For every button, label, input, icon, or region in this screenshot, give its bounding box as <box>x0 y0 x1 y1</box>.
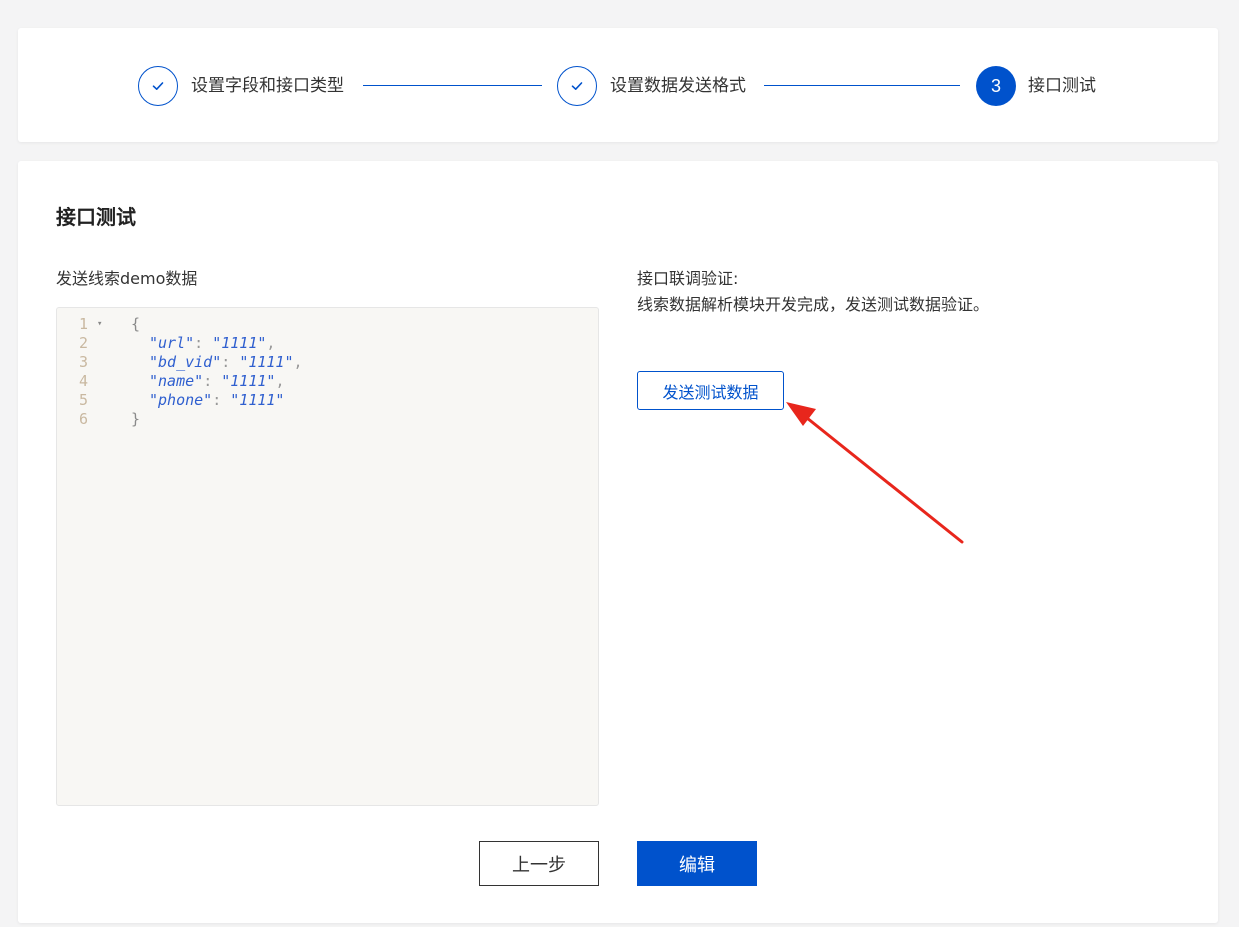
verify-description: 线索数据解析模块开发完成，发送测试数据验证。 <box>637 295 990 314</box>
code-text: "bd_vid": "1111", <box>149 353 303 371</box>
edit-button[interactable]: 编辑 <box>637 841 757 886</box>
step-1-check-icon <box>138 66 178 106</box>
fold-toggle-icon[interactable]: ▾ <box>97 315 102 334</box>
step-1-connector <box>363 85 542 86</box>
line-number: 5 <box>79 391 89 409</box>
line-number: 3 <box>79 353 89 371</box>
step-3-number: 3 <box>976 66 1016 106</box>
demo-data-label: 发送线索demo数据 <box>56 269 198 288</box>
step-2-connector <box>764 85 960 86</box>
steps-card: 设置字段和接口类型 设置数据发送格式 3 接口测试 <box>18 28 1218 142</box>
line-number: 6 <box>79 410 89 428</box>
step-1-label: 设置字段和接口类型 <box>191 76 344 96</box>
previous-step-button[interactable]: 上一步 <box>479 841 599 886</box>
line-number: 2 <box>79 334 89 352</box>
main-card: 接口测试 发送线索demo数据 1 ▾ {2 "url": "1111", 3 "bd_v… <box>18 161 1218 923</box>
code-text: "phone": "1111" <box>149 391 285 409</box>
send-test-data-button[interactable]: 发送测试数据 <box>637 371 784 410</box>
code-text: } <box>131 410 141 428</box>
step-2-check-icon <box>557 66 597 106</box>
step-3-label: 接口测试 <box>1028 76 1096 96</box>
verify-title: 接口联调验证: <box>637 269 739 288</box>
code-text: "name": "1111", <box>149 372 285 390</box>
code-editor[interactable]: 1 ▾ {2 "url": "1111", 3 "bd_vid": "1111", 4 "na… <box>56 307 599 806</box>
line-number: 4 <box>79 372 89 390</box>
code-text: "url": "1111", <box>149 334 276 352</box>
page-title: 接口测试 <box>56 205 136 229</box>
step-2-label: 设置数据发送格式 <box>610 76 746 96</box>
line-number: 1 <box>79 315 89 333</box>
code-text: { <box>131 315 141 333</box>
